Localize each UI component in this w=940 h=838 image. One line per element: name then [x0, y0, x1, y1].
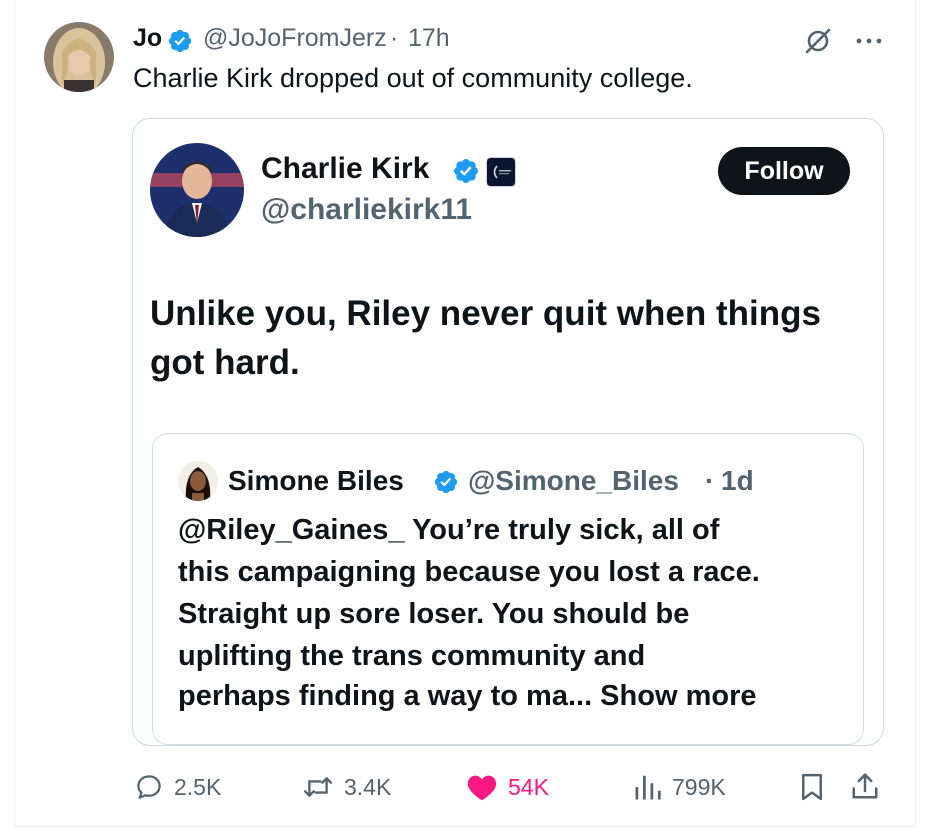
verified-badge-icon: [434, 470, 458, 494]
grok-icon[interactable]: [803, 26, 833, 56]
quoted-author-handle[interactable]: @charliekirk11: [261, 193, 472, 227]
post-time[interactable]: 17h: [408, 24, 450, 53]
reply-button[interactable]: 2.5K: [134, 764, 221, 810]
views-icon: [635, 775, 661, 800]
nested-text-line: @Riley_Gaines_ You’re truly sick, all of: [178, 514, 720, 546]
author-avatar[interactable]: [44, 22, 114, 92]
repost-button[interactable]: 3.4K: [302, 764, 391, 810]
author-name[interactable]: Jo: [133, 24, 162, 53]
nested-time[interactable]: 1d: [721, 465, 754, 497]
share-icon[interactable]: [851, 771, 879, 801]
views-count: 799K: [672, 773, 726, 800]
verified-badge-icon: [168, 29, 192, 53]
repost-count: 3.4K: [344, 773, 392, 800]
nested-text-line: uplifting the trans community and: [178, 640, 646, 672]
nested-author-name[interactable]: Simone Biles: [228, 465, 404, 497]
nested-author-avatar[interactable]: [178, 461, 218, 501]
like-count: 54K: [508, 773, 549, 800]
follow-button[interactable]: Follow: [718, 147, 850, 195]
views-button[interactable]: 799K: [634, 764, 726, 810]
nested-text-line[interactable]: perhaps finding a way to ma... Show more: [178, 680, 757, 713]
post-text: Charlie Kirk dropped out of community co…: [133, 63, 693, 93]
nested-text-line: Straight up sore loser. You should be: [178, 598, 690, 630]
post-divider: [14, 826, 916, 827]
repost-icon: [303, 777, 333, 797]
quoted-text-line-2: got hard.: [150, 343, 300, 382]
header-separator: ·: [390, 24, 399, 52]
author-handle[interactable]: @JoJoFromJerz: [203, 24, 387, 53]
quoted-author-avatar[interactable]: [150, 143, 244, 237]
nested-separator: ·: [705, 465, 715, 496]
verified-badge-icon: [454, 159, 478, 183]
nested-author-handle[interactable]: @Simone_Biles: [468, 465, 679, 497]
nested-text-line: this campaigning because you lost a race…: [178, 556, 760, 588]
like-button[interactable]: 54K: [466, 764, 549, 810]
reply-count: 2.5K: [174, 773, 222, 800]
quoted-author-name[interactable]: Charlie Kirk: [261, 152, 429, 186]
bookmark-icon[interactable]: [799, 772, 825, 802]
ellipsis-icon[interactable]: [854, 36, 884, 46]
reply-icon: [137, 775, 161, 799]
heart-icon: [467, 775, 497, 801]
quoted-text-line-1: Unlike you, Riley never quit when things: [150, 294, 821, 333]
affiliate-badge-icon: [486, 157, 516, 187]
